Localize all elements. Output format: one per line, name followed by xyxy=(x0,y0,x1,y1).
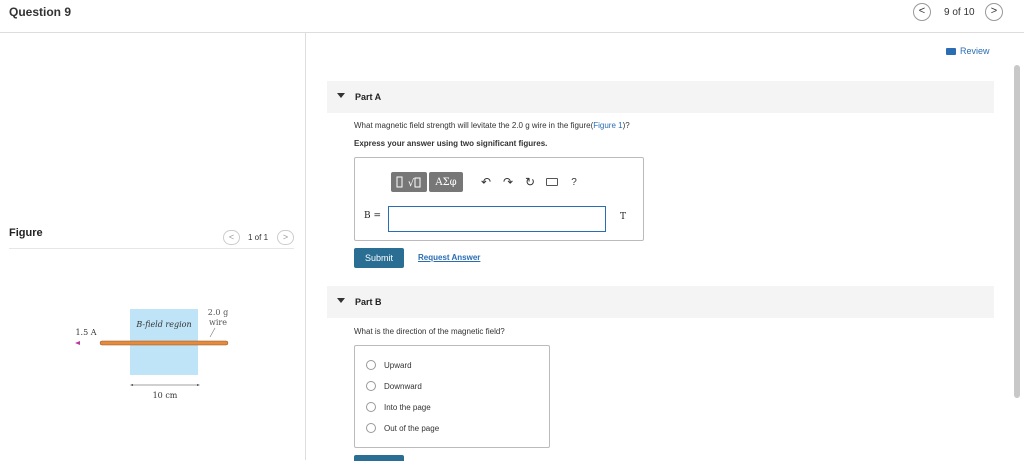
answer-input[interactable] xyxy=(388,206,606,232)
wire-word-label: wire xyxy=(209,318,227,327)
review-link[interactable]: Review xyxy=(946,46,990,56)
part-a-instruction: Express your answer using two significan… xyxy=(354,139,548,148)
caret-down-icon xyxy=(337,298,345,303)
wire-pointer-line xyxy=(209,327,216,338)
wire-mass-label: 2.0 g xyxy=(208,308,228,317)
figure-pager: 1 of 1 xyxy=(248,233,269,242)
region-label: B-field region xyxy=(135,320,191,329)
choice-label: Upward xyxy=(384,360,412,370)
part-a-title: Part A xyxy=(355,92,382,102)
divider xyxy=(9,248,294,249)
radio-button[interactable] xyxy=(366,423,376,433)
choice-label: Downward xyxy=(384,381,422,391)
greek-symbols-button[interactable]: ΑΣφ xyxy=(429,172,463,192)
figure-next-button[interactable]: > xyxy=(277,230,294,245)
question-panel: Review Part A What magnetic field streng… xyxy=(307,33,1024,461)
part-a-header[interactable]: Part A xyxy=(327,81,994,113)
redo-icon[interactable]: ↷ xyxy=(497,172,519,192)
templates-button[interactable]: √ xyxy=(391,172,427,192)
choice-downward[interactable]: Downward xyxy=(366,380,422,392)
figure-panel: Figure < 1 of 1 > B-field region 2.0 g w… xyxy=(0,33,306,460)
figure-link[interactable]: Figure 1 xyxy=(593,121,622,130)
undo-icon[interactable]: ↶ xyxy=(475,172,497,192)
book-icon xyxy=(946,48,956,56)
radio-button[interactable] xyxy=(366,381,376,391)
part-a-question: What magnetic field strength will levita… xyxy=(354,121,630,130)
scrollbar[interactable] xyxy=(1014,65,1020,398)
part-b-question: What is the direction of the magnetic fi… xyxy=(354,327,505,336)
templates-icon: √ xyxy=(396,176,421,189)
choice-label: Out of the page xyxy=(384,423,440,433)
figure-label: Figure xyxy=(9,227,43,239)
question-position: 9 of 10 xyxy=(944,7,975,18)
caret-down-icon xyxy=(337,93,345,98)
question-title: Question 9 xyxy=(9,5,72,19)
choice-into-page[interactable]: Into the page xyxy=(366,401,431,413)
radio-button[interactable] xyxy=(366,360,376,370)
top-bar: Question 9 < 9 of 10 > xyxy=(0,0,1024,33)
request-answer-link[interactable]: Request Answer xyxy=(418,253,480,262)
current-label: 1.5 A xyxy=(75,328,96,337)
wire-figure: B-field region 2.0 g wire 1.5 A 10 cm xyxy=(75,308,229,400)
radio-button[interactable] xyxy=(366,402,376,412)
current-arrow xyxy=(75,341,80,345)
keyboard-icon[interactable] xyxy=(541,172,563,192)
answer-editor: √ ΑΣφ ↶ ↷ ↻ ? B = T xyxy=(354,157,644,241)
review-label: Review xyxy=(960,46,990,56)
part-b-header[interactable]: Part B xyxy=(327,286,994,318)
math-toolbar: √ ΑΣφ ↶ ↷ ↻ ? xyxy=(391,171,585,193)
submit-button[interactable]: Submit xyxy=(354,248,404,268)
part-b-submit-button[interactable] xyxy=(354,455,404,461)
reset-icon[interactable]: ↻ xyxy=(519,172,541,192)
part-b-title: Part B xyxy=(355,297,382,307)
dimension-arrow-right xyxy=(197,384,200,386)
figure-prev-button[interactable]: < xyxy=(223,230,240,245)
choice-label: Into the page xyxy=(384,402,431,412)
width-label: 10 cm xyxy=(153,391,178,400)
answer-variable-label: B = xyxy=(364,211,382,221)
choice-upward[interactable]: Upward xyxy=(366,359,412,371)
dimension-arrow-left xyxy=(130,384,133,386)
answer-unit: T xyxy=(620,212,627,222)
svg-text:√: √ xyxy=(408,178,415,189)
previous-question-button[interactable]: < xyxy=(913,3,931,21)
wire xyxy=(99,340,229,346)
help-icon[interactable]: ? xyxy=(563,172,585,192)
choice-out-of-page[interactable]: Out of the page xyxy=(366,422,439,434)
direction-choices: Upward Downward Into the page Out of the… xyxy=(354,345,550,448)
next-question-button[interactable]: > xyxy=(985,3,1003,21)
